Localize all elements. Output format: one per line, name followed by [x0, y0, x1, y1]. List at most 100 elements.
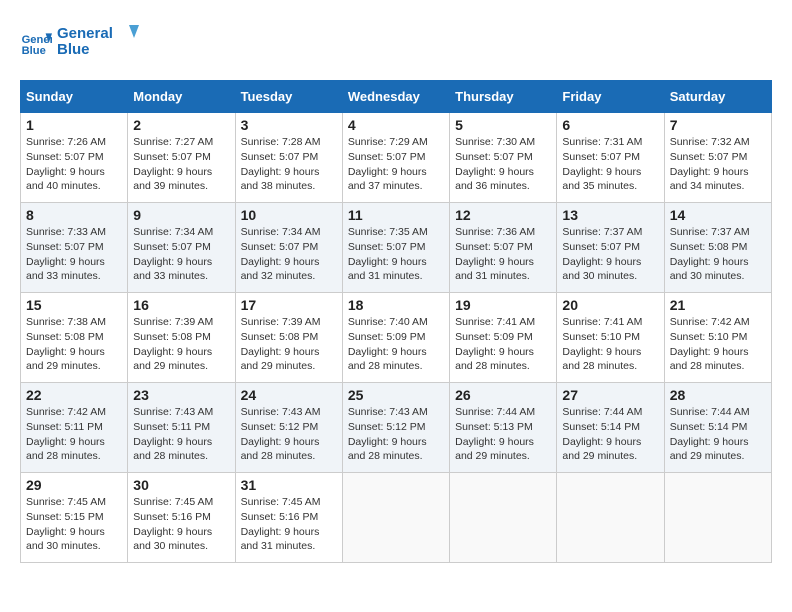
- calendar-cell: 17Sunrise: 7:39 AMSunset: 5:08 PMDayligh…: [235, 293, 342, 383]
- day-number: 18: [348, 297, 444, 313]
- weekday-header-thursday: Thursday: [450, 81, 557, 113]
- day-info: Sunrise: 7:37 AMSunset: 5:07 PMDaylight:…: [562, 225, 658, 284]
- calendar-cell: [342, 473, 449, 563]
- calendar-cell: 16 Sunrise: 7:39 AMSunset: 5:08 PMDayligh…: [128, 293, 235, 383]
- calendar-cell: [664, 473, 771, 563]
- day-info: Sunrise: 7:34 AMSunset: 5:07 PMDaylight:…: [241, 225, 337, 284]
- calendar-cell: 28Sunrise: 7:44 AMSunset: 5:14 PMDayligh…: [664, 383, 771, 473]
- calendar-week-1: 1 Sunrise: 7:26 AMSunset: 5:07 PMDaylight…: [21, 113, 772, 203]
- day-number: 16: [133, 297, 229, 313]
- day-number: 19: [455, 297, 551, 313]
- calendar-cell: 11 Sunrise: 7:35 AMSunset: 5:07 PMDayligh…: [342, 203, 449, 293]
- day-info: Sunrise: 7:42 AMSunset: 5:11 PMDaylight:…: [26, 405, 122, 464]
- day-info: Sunrise: 7:26 AMSunset: 5:07 PMDaylight:…: [26, 135, 122, 194]
- weekday-header-tuesday: Tuesday: [235, 81, 342, 113]
- day-number: 9: [133, 207, 229, 223]
- calendar-cell: 25 Sunrise: 7:43 AMSunset: 5:12 PMDayligh…: [342, 383, 449, 473]
- calendar-cell: 31 Sunrise: 7:45 AMSunset: 5:16 PMDayligh…: [235, 473, 342, 563]
- calendar-cell: 14 Sunrise: 7:37 AMSunset: 5:08 PMDayligh…: [664, 203, 771, 293]
- calendar-cell: 13 Sunrise: 7:37 AMSunset: 5:07 PMDayligh…: [557, 203, 664, 293]
- day-number: 11: [348, 207, 444, 223]
- calendar-cell: 7Sunrise: 7:32 AMSunset: 5:07 PMDaylight…: [664, 113, 771, 203]
- day-number: 29: [26, 477, 122, 493]
- calendar-cell: 3 Sunrise: 7:28 AMSunset: 5:07 PMDaylight…: [235, 113, 342, 203]
- day-info: Sunrise: 7:45 AMSunset: 5:16 PMDaylight:…: [133, 495, 229, 554]
- day-info: Sunrise: 7:34 AMSunset: 5:07 PMDaylight:…: [133, 225, 229, 284]
- day-number: 24: [241, 387, 337, 403]
- calendar-cell: 29 Sunrise: 7:45 AMSunset: 5:15 PMDayligh…: [21, 473, 128, 563]
- calendar-cell: 22 Sunrise: 7:42 AMSunset: 5:11 PMDayligh…: [21, 383, 128, 473]
- calendar-cell: 30 Sunrise: 7:45 AMSunset: 5:16 PMDayligh…: [128, 473, 235, 563]
- calendar-cell: [450, 473, 557, 563]
- calendar-cell: 23Sunrise: 7:43 AMSunset: 5:11 PMDayligh…: [128, 383, 235, 473]
- day-number: 1: [26, 117, 122, 133]
- calendar-table: SundayMondayTuesdayWednesdayThursdayFrid…: [20, 80, 772, 563]
- day-info: Sunrise: 7:39 AMSunset: 5:08 PMDaylight:…: [133, 315, 229, 374]
- day-info: Sunrise: 7:45 AMSunset: 5:16 PMDaylight:…: [241, 495, 337, 554]
- calendar-cell: 5 Sunrise: 7:30 AMSunset: 5:07 PMDaylight…: [450, 113, 557, 203]
- day-info: Sunrise: 7:43 AMSunset: 5:11 PMDaylight:…: [133, 405, 229, 464]
- logo-line1: General Blue: [57, 20, 147, 65]
- calendar-cell: 9 Sunrise: 7:34 AMSunset: 5:07 PMDaylight…: [128, 203, 235, 293]
- calendar-cell: 19 Sunrise: 7:41 AMSunset: 5:09 PMDayligh…: [450, 293, 557, 383]
- day-number: 10: [241, 207, 337, 223]
- calendar-cell: [557, 473, 664, 563]
- calendar-cell: 12 Sunrise: 7:36 AMSunset: 5:07 PMDayligh…: [450, 203, 557, 293]
- day-info: Sunrise: 7:35 AMSunset: 5:07 PMDaylight:…: [348, 225, 444, 284]
- calendar-week-5: 29 Sunrise: 7:45 AMSunset: 5:15 PMDayligh…: [21, 473, 772, 563]
- weekday-header-saturday: Saturday: [664, 81, 771, 113]
- day-info: Sunrise: 7:36 AMSunset: 5:07 PMDaylight:…: [455, 225, 551, 284]
- calendar-week-4: 22 Sunrise: 7:42 AMSunset: 5:11 PMDayligh…: [21, 383, 772, 473]
- day-info: Sunrise: 7:43 AMSunset: 5:12 PMDaylight:…: [348, 405, 444, 464]
- day-number: 2: [133, 117, 229, 133]
- day-info: Sunrise: 7:30 AMSunset: 5:07 PMDaylight:…: [455, 135, 551, 194]
- calendar-cell: 2Sunrise: 7:27 AMSunset: 5:07 PMDaylight…: [128, 113, 235, 203]
- calendar-cell: 26 Sunrise: 7:44 AMSunset: 5:13 PMDayligh…: [450, 383, 557, 473]
- weekday-header-friday: Friday: [557, 81, 664, 113]
- day-number: 27: [562, 387, 658, 403]
- day-number: 30: [133, 477, 229, 493]
- day-info: Sunrise: 7:28 AMSunset: 5:07 PMDaylight:…: [241, 135, 337, 194]
- day-number: 8: [26, 207, 122, 223]
- day-number: 22: [26, 387, 122, 403]
- day-number: 26: [455, 387, 551, 403]
- logo: General Blue General Blue: [20, 20, 147, 65]
- day-number: 28: [670, 387, 766, 403]
- day-number: 17: [241, 297, 337, 313]
- day-info: Sunrise: 7:44 AMSunset: 5:13 PMDaylight:…: [455, 405, 551, 464]
- calendar-cell: 8 Sunrise: 7:33 AMSunset: 5:07 PMDaylight…: [21, 203, 128, 293]
- day-info: Sunrise: 7:41 AMSunset: 5:10 PMDaylight:…: [562, 315, 658, 374]
- calendar-cell: 18 Sunrise: 7:40 AMSunset: 5:09 PMDayligh…: [342, 293, 449, 383]
- day-number: 13: [562, 207, 658, 223]
- calendar-week-3: 15Sunrise: 7:38 AMSunset: 5:08 PMDayligh…: [21, 293, 772, 383]
- day-number: 6: [562, 117, 658, 133]
- day-number: 20: [562, 297, 658, 313]
- day-info: Sunrise: 7:33 AMSunset: 5:07 PMDaylight:…: [26, 225, 122, 284]
- day-info: Sunrise: 7:41 AMSunset: 5:09 PMDaylight:…: [455, 315, 551, 374]
- day-info: Sunrise: 7:43 AMSunset: 5:12 PMDaylight:…: [241, 405, 337, 464]
- day-number: 5: [455, 117, 551, 133]
- day-number: 25: [348, 387, 444, 403]
- day-info: Sunrise: 7:31 AMSunset: 5:07 PMDaylight:…: [562, 135, 658, 194]
- day-info: Sunrise: 7:37 AMSunset: 5:08 PMDaylight:…: [670, 225, 766, 284]
- day-number: 15: [26, 297, 122, 313]
- svg-text:Blue: Blue: [22, 45, 46, 57]
- logo-icon: General Blue: [20, 27, 52, 59]
- calendar-week-2: 8 Sunrise: 7:33 AMSunset: 5:07 PMDaylight…: [21, 203, 772, 293]
- weekday-header-monday: Monday: [128, 81, 235, 113]
- day-number: 4: [348, 117, 444, 133]
- calendar-cell: 27 Sunrise: 7:44 AMSunset: 5:14 PMDayligh…: [557, 383, 664, 473]
- calendar-cell: 15Sunrise: 7:38 AMSunset: 5:08 PMDayligh…: [21, 293, 128, 383]
- day-number: 31: [241, 477, 337, 493]
- day-number: 12: [455, 207, 551, 223]
- day-number: 14: [670, 207, 766, 223]
- day-number: 7: [670, 117, 766, 133]
- day-number: 3: [241, 117, 337, 133]
- day-info: Sunrise: 7:45 AMSunset: 5:15 PMDaylight:…: [26, 495, 122, 554]
- calendar-cell: 21Sunrise: 7:42 AMSunset: 5:10 PMDayligh…: [664, 293, 771, 383]
- day-info: Sunrise: 7:40 AMSunset: 5:09 PMDaylight:…: [348, 315, 444, 374]
- calendar-cell: 20 Sunrise: 7:41 AMSunset: 5:10 PMDayligh…: [557, 293, 664, 383]
- day-info: Sunrise: 7:44 AMSunset: 5:14 PMDaylight:…: [562, 405, 658, 464]
- day-number: 21: [670, 297, 766, 313]
- calendar-cell: 24 Sunrise: 7:43 AMSunset: 5:12 PMDayligh…: [235, 383, 342, 473]
